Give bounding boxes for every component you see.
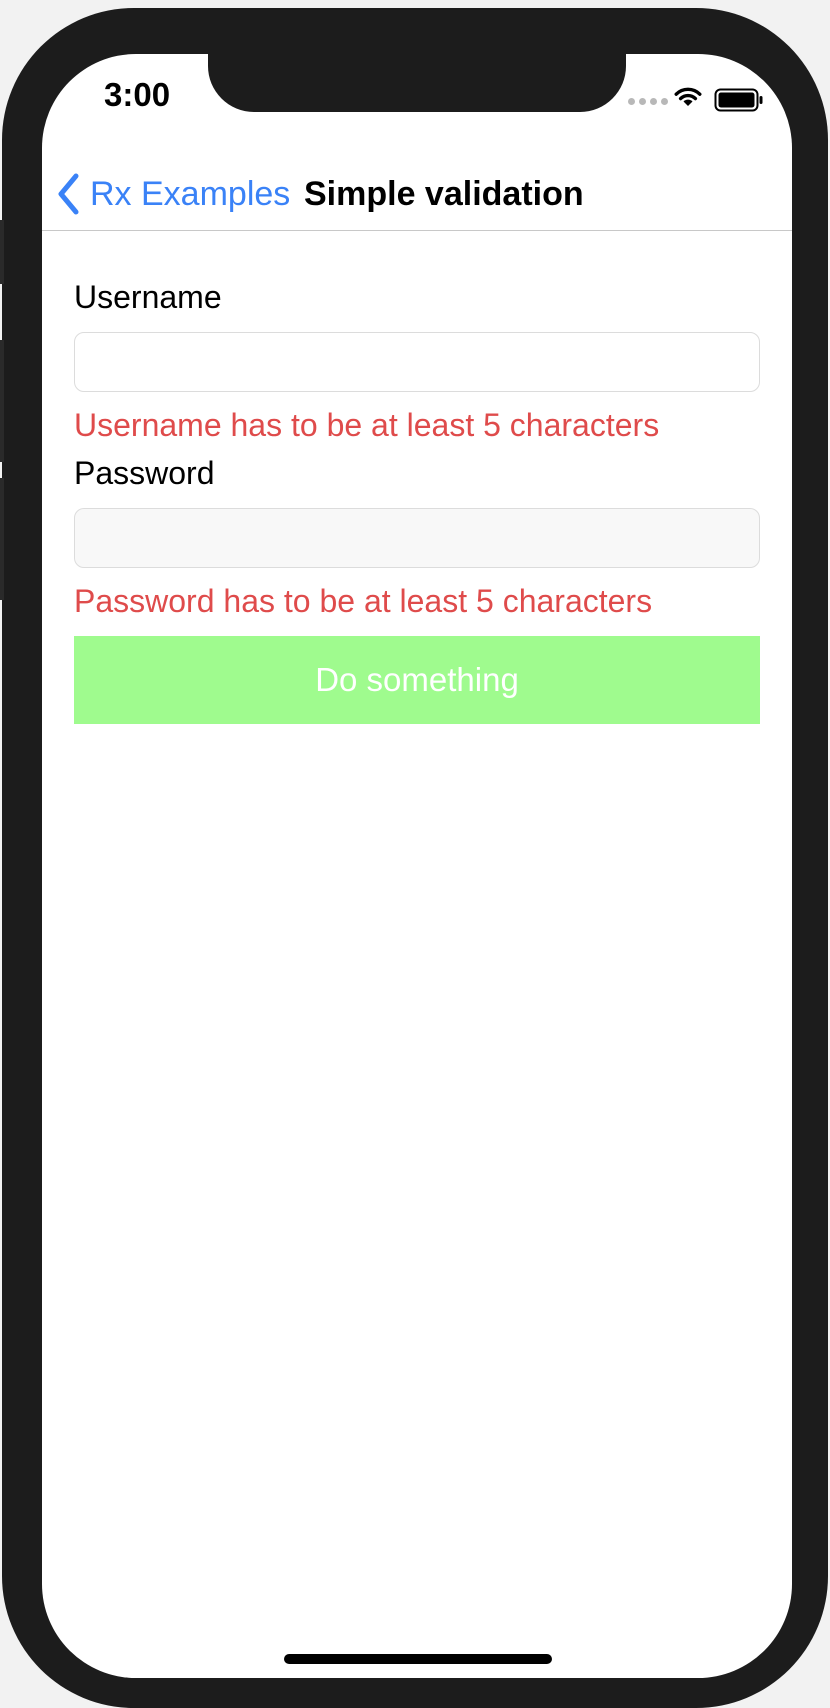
username-field[interactable] — [74, 332, 760, 392]
home-indicator[interactable] — [284, 1654, 552, 1664]
navigation-bar: Rx Examples Simple validation — [42, 158, 792, 231]
status-time: 3:00 — [104, 76, 171, 113]
password-field[interactable] — [74, 508, 760, 568]
password-label: Password — [74, 455, 215, 491]
back-button[interactable]: Rx Examples — [56, 158, 290, 230]
cellular-signal-icon — [628, 98, 668, 105]
screen: 3:00 Rx Examples Simple validation Usern… — [42, 54, 792, 1678]
password-error: Password has to be at least 5 characters — [74, 583, 653, 619]
side-button — [0, 478, 4, 600]
battery-icon — [714, 88, 763, 112]
back-button-label: Rx Examples — [90, 174, 291, 213]
do-something-button[interactable]: Do something — [74, 636, 760, 724]
page-title: Simple validation — [304, 175, 584, 213]
side-button — [0, 340, 4, 462]
device-frame: 3:00 Rx Examples Simple validation Usern… — [0, 8, 828, 1708]
username-label: Username — [74, 279, 222, 315]
side-button — [0, 220, 4, 284]
notch — [208, 54, 626, 112]
chevron-left-icon — [58, 173, 79, 215]
wifi-icon — [674, 87, 702, 106]
validation-form: Username Username has to be at least 5 c… — [74, 274, 760, 724]
username-error: Username has to be at least 5 characters — [74, 407, 660, 443]
